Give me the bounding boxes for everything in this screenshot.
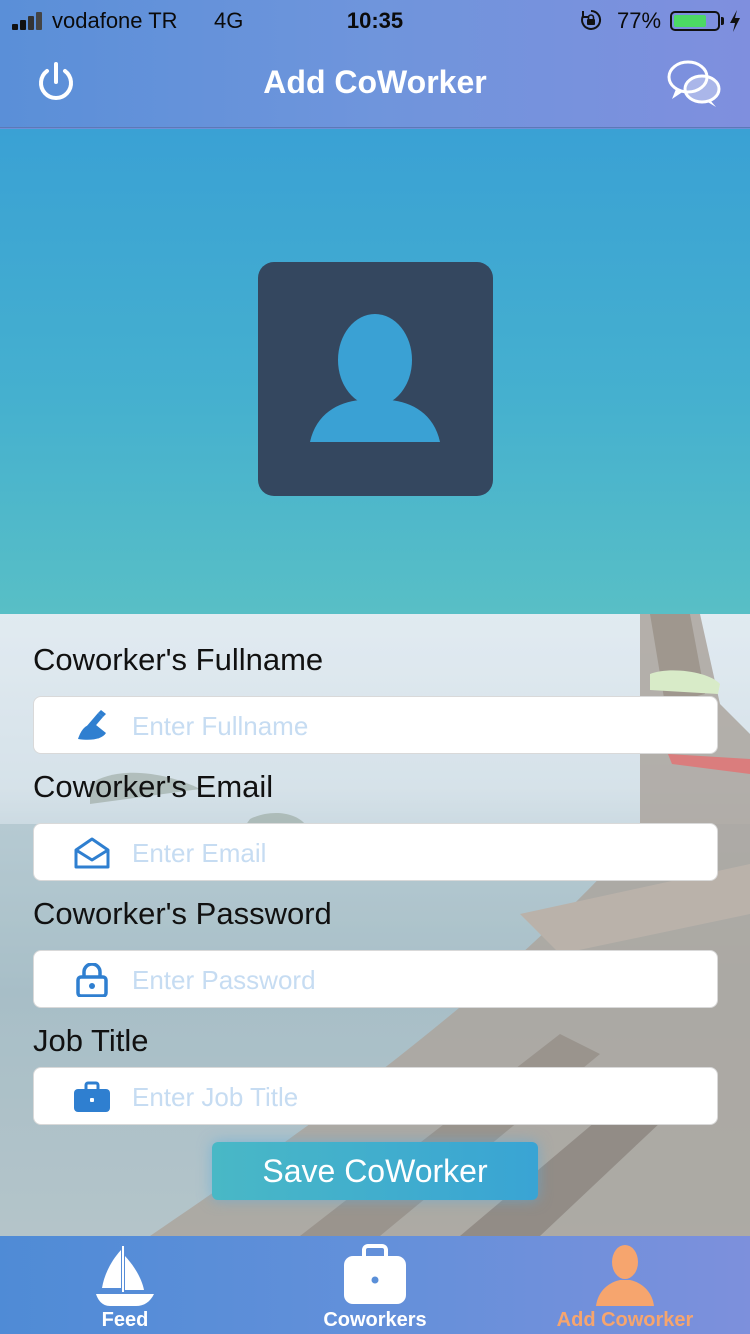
- profile-photo-area: [0, 129, 750, 614]
- fullname-input[interactable]: [132, 707, 702, 745]
- save-coworker-button[interactable]: Save CoWorker: [212, 1142, 538, 1200]
- pen-writing-icon: [78, 710, 106, 740]
- job-title-field[interactable]: [33, 1067, 718, 1125]
- fullname-field[interactable]: [33, 696, 718, 754]
- tab-add-coworker[interactable]: Add Coworker: [500, 1236, 750, 1334]
- person-icon: [596, 1245, 654, 1306]
- tab-feed-label: Feed: [101, 1309, 149, 1331]
- chat-bubbles-icon[interactable]: [666, 57, 722, 109]
- status-bar: vodafone TR 4G 10:35 77%: [0, 0, 750, 40]
- password-label: Coworker's Password: [33, 896, 332, 931]
- password-input[interactable]: [132, 961, 702, 999]
- envelope-icon: [74, 837, 110, 869]
- email-field[interactable]: [33, 823, 718, 881]
- battery-percent: 77%: [617, 8, 662, 33]
- page-title: Add CoWorker: [263, 64, 487, 100]
- password-field[interactable]: [33, 950, 718, 1008]
- top-bar: vodafone TR 4G 10:35 77% Add CoWorker: [0, 0, 750, 128]
- sailboat-icon: [96, 1246, 154, 1306]
- job-title-label: Job Title: [33, 1023, 149, 1058]
- tab-coworkers[interactable]: Coworkers: [250, 1236, 500, 1334]
- email-label: Coworker's Email: [33, 769, 274, 804]
- tab-bar: Feed Coworkers Add Coworker: [0, 1236, 750, 1334]
- briefcase-icon: [74, 1081, 110, 1112]
- rotation-lock-icon: [581, 9, 602, 30]
- battery-icon: [670, 11, 720, 31]
- padlock-icon: [76, 963, 108, 997]
- tab-add-coworker-label: Add Coworker: [556, 1309, 694, 1331]
- fullname-label: Coworker's Fullname: [33, 642, 324, 677]
- email-input[interactable]: [132, 834, 702, 872]
- person-silhouette-icon: [310, 314, 440, 442]
- tab-feed[interactable]: Feed: [0, 1236, 250, 1334]
- briefcase-icon: [344, 1244, 406, 1304]
- tab-coworkers-label: Coworkers: [323, 1309, 427, 1331]
- job-title-input[interactable]: [132, 1078, 702, 1116]
- avatar-placeholder[interactable]: [258, 262, 493, 496]
- charging-bolt-icon: [730, 10, 740, 32]
